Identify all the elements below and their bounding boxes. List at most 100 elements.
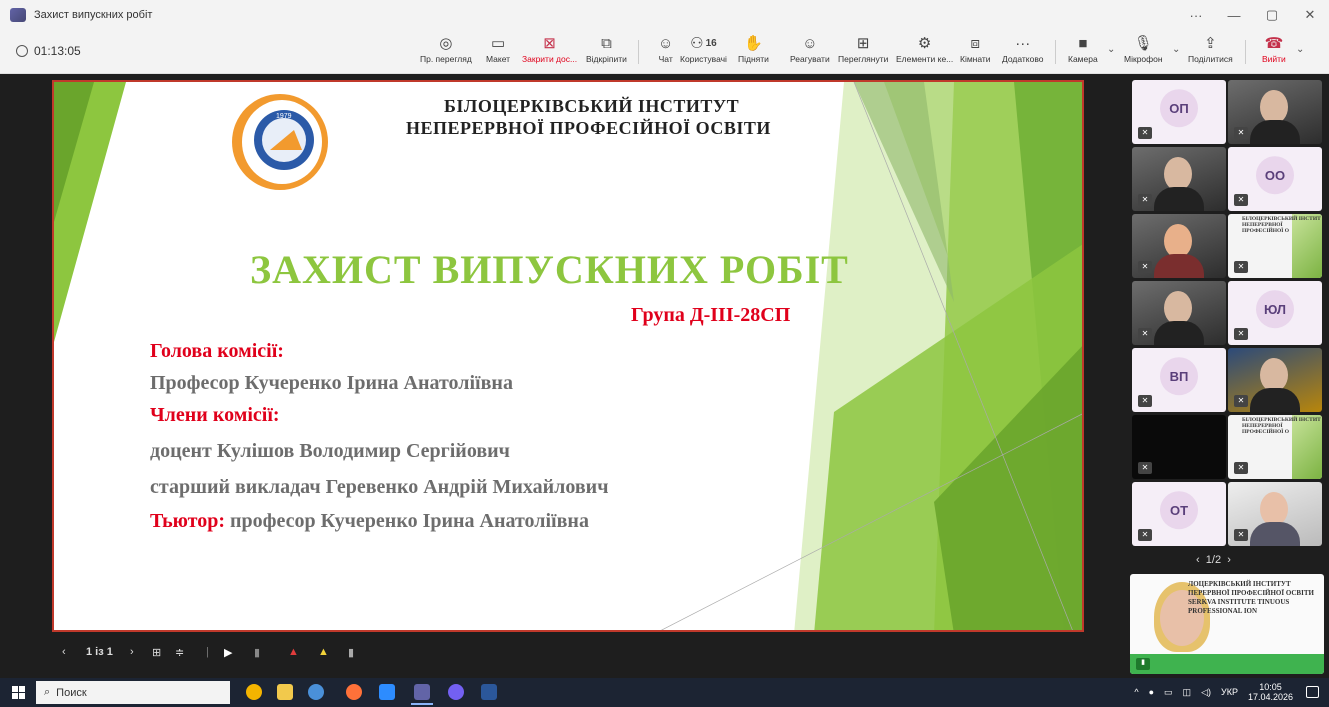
firefox-icon[interactable]	[346, 684, 362, 700]
tutor-label: Тьютор:	[150, 510, 226, 532]
participants-button[interactable]: ⚇ 16 Користувачі	[680, 32, 727, 64]
camera-options-chevron[interactable]: ⌄	[1107, 44, 1115, 55]
maximize-button[interactable]: ▢	[1253, 7, 1291, 23]
share-icon: ⇪	[1204, 35, 1217, 52]
view-button[interactable]: ⊞ Переглянути	[838, 32, 888, 64]
hangup-icon: ☎	[1264, 35, 1284, 52]
participant-tile[interactable]: ✕	[1132, 214, 1226, 278]
raise-hand-button[interactable]: ✋ Підняти	[738, 32, 769, 64]
system-tray: ^ ● ▭ ◫ ◁) УКР 10:05 17.04.2026	[1134, 682, 1293, 702]
rooms-button[interactable]: ⧈ Кімнати	[960, 32, 991, 65]
more-button[interactable]: ··· Додатково	[1002, 32, 1043, 65]
mic-options-chevron[interactable]: ⌄	[1172, 44, 1180, 55]
teams-icon	[10, 8, 26, 22]
chat-button[interactable]: ☺ Чат	[658, 32, 674, 65]
prev-slide-button[interactable]: ‹	[62, 646, 66, 658]
microphone-icon: 🎙	[1133, 35, 1153, 52]
minimize-button[interactable]: —	[1215, 8, 1253, 23]
share-button[interactable]: ⇪ Поділитися	[1188, 32, 1233, 64]
muted-mic-icon: ✕	[1234, 261, 1248, 273]
participants-pager[interactable]: ‹ 1/2 ›	[1196, 554, 1231, 566]
stop-sharing-button[interactable]: ⊠ Закрити дос...	[522, 32, 577, 64]
microphone-tray-icon[interactable]: ●	[1149, 687, 1154, 697]
tutor-name: професор Кучеренко Ірина Анатоліївна	[225, 510, 589, 532]
participant-tile[interactable]: ✕	[1132, 415, 1226, 479]
preview-button[interactable]: ◎ Пр. перегляд	[420, 32, 472, 64]
people-icon: ⚇	[690, 35, 704, 52]
participant-tile[interactable]: ✕	[1132, 281, 1226, 345]
participant-video	[1164, 224, 1192, 258]
chair-label: Голова комісії:	[150, 340, 284, 362]
controls-button[interactable]: ⚙ Елементи ке...	[896, 32, 953, 64]
taskbar-clock[interactable]: 10:05 17.04.2026	[1248, 682, 1293, 702]
leave-button[interactable]: ☎ Вийти	[1262, 32, 1286, 64]
zoom-icon[interactable]	[379, 684, 395, 700]
avatar: ОО	[1256, 156, 1294, 195]
marker-tool-icon[interactable]: ▮	[348, 646, 354, 659]
next-slide-button[interactable]: ›	[130, 646, 134, 658]
shared-screen-stage: 1979 БІЛОЦЕРКІВСЬКИЙ ІНСТИТУТ НЕПЕРЕРВНО…	[0, 74, 1126, 678]
participant-tile[interactable]: ✕	[1132, 147, 1226, 211]
network-icon[interactable]: ◫	[1183, 687, 1192, 698]
muted-mic-icon: ✕	[1138, 529, 1152, 541]
participant-tile[interactable]: ✕	[1228, 348, 1322, 412]
chevron-left-icon[interactable]: ‹	[1196, 554, 1200, 566]
unpin-button[interactable]: ⧉ Відкріпити	[586, 32, 627, 65]
participant-tile[interactable]: ВП ✕	[1132, 348, 1226, 412]
react-button[interactable]: ☺ Реагувати	[790, 32, 830, 65]
layout-icon: ▭	[490, 35, 506, 52]
pen-tool-icon[interactable]: ▲	[288, 646, 299, 658]
windows-taskbar: ⌕ Поиск ^ ● ▭ ◫ ◁) УКР 10:05 17.04.2026	[0, 678, 1329, 707]
eye-icon: ◎	[439, 35, 453, 52]
more-options-button[interactable]: ···	[1177, 8, 1215, 23]
participant-tile[interactable]: ОТ ✕	[1132, 482, 1226, 546]
window-title: Захист випускних робіт	[34, 9, 153, 21]
highlighter-tool-icon[interactable]: ▲	[318, 646, 329, 658]
grid-view-icon[interactable]: ⊞	[152, 646, 161, 659]
slide-title: ЗАХИСТ ВИПУСКНИХ РОБІТ	[250, 247, 849, 292]
participant-tile[interactable]: БІЛОЦЕРКІВСЬКИЙ ІНСТИТ НЕПЕРЕРВНОЇ ПРОФЕ…	[1228, 415, 1322, 479]
participant-tile[interactable]: БІЛОЦЕРКІВСЬКИЙ ІНСТИТ НЕПЕРЕРВНОЇ ПРОФЕ…	[1228, 214, 1322, 278]
notifications-icon[interactable]	[1306, 686, 1319, 698]
viber-icon[interactable]	[448, 684, 464, 700]
volume-icon[interactable]: ◁)	[1201, 687, 1211, 698]
participant-tile[interactable]: ЮЛ ✕	[1228, 281, 1322, 345]
pointer-tool-icon[interactable]: ▶	[224, 646, 232, 659]
camera-button[interactable]: ■ Камера	[1068, 32, 1098, 65]
timer-value: 01:13:05	[34, 44, 81, 58]
members-label: Члени комісії:	[150, 404, 280, 426]
tray-chevron-icon[interactable]: ^	[1134, 687, 1138, 697]
close-button[interactable]: ✕	[1291, 7, 1329, 23]
microphone-button[interactable]: 🎙 Мікрофон	[1124, 32, 1163, 64]
chrome-icon[interactable]	[246, 684, 262, 700]
teams-taskbar-icon[interactable]	[411, 684, 433, 705]
layout-button[interactable]: ▭ Макет	[486, 32, 510, 64]
language-indicator[interactable]: УКР	[1221, 687, 1238, 697]
windows-start-icon[interactable]	[12, 686, 25, 699]
participant-tile[interactable]: ОП ✕	[1132, 80, 1226, 144]
muted-mic-icon: ✕	[1234, 529, 1248, 541]
battery-icon[interactable]: ▭	[1164, 687, 1173, 698]
self-view-video[interactable]: ЛОЦЕРКІВСЬКИЙ ІНСТИТУТ ПЕРЕРВНОЇ ПРОФЕСІ…	[1130, 574, 1324, 674]
taskbar-search[interactable]: ⌕ Поиск	[36, 681, 230, 704]
muted-mic-icon: ✕	[1234, 127, 1248, 139]
muted-mic-icon: ✕	[1234, 328, 1248, 340]
footer-divider: |	[206, 646, 209, 658]
settings-sliders-icon[interactable]: ≑	[175, 646, 184, 659]
participant-tile[interactable]: ✕	[1228, 80, 1322, 144]
member-1: доцент Кулішов Володимир Сергійович	[150, 440, 510, 462]
institute-logo: 1979	[232, 94, 328, 190]
file-explorer-icon[interactable]	[277, 684, 293, 700]
eraser-tool-icon[interactable]: ▮	[254, 646, 260, 659]
participant-tile[interactable]: ОО ✕	[1228, 147, 1322, 211]
participant-tile[interactable]: ✕	[1228, 482, 1322, 546]
chevron-right-icon[interactable]: ›	[1227, 554, 1231, 566]
shared-slide-preview: БІЛОЦЕРКІВСЬКИЙ ІНСТИТ НЕПЕРЕРВНОЇ ПРОФЕ…	[1242, 417, 1321, 435]
camera-icon: ■	[1078, 34, 1088, 52]
leave-options-chevron[interactable]: ⌄	[1296, 44, 1304, 55]
word-icon[interactable]	[481, 684, 497, 700]
shared-slide-preview: БІЛОЦЕРКІВСЬКИЙ ІНСТИТ НЕПЕРЕРВНОЇ ПРОФЕ…	[1242, 216, 1321, 234]
app-icon[interactable]	[308, 684, 324, 700]
group-label: Група Д-ІІІ-28СП	[631, 304, 791, 326]
chat-icon: ☺	[658, 34, 674, 52]
